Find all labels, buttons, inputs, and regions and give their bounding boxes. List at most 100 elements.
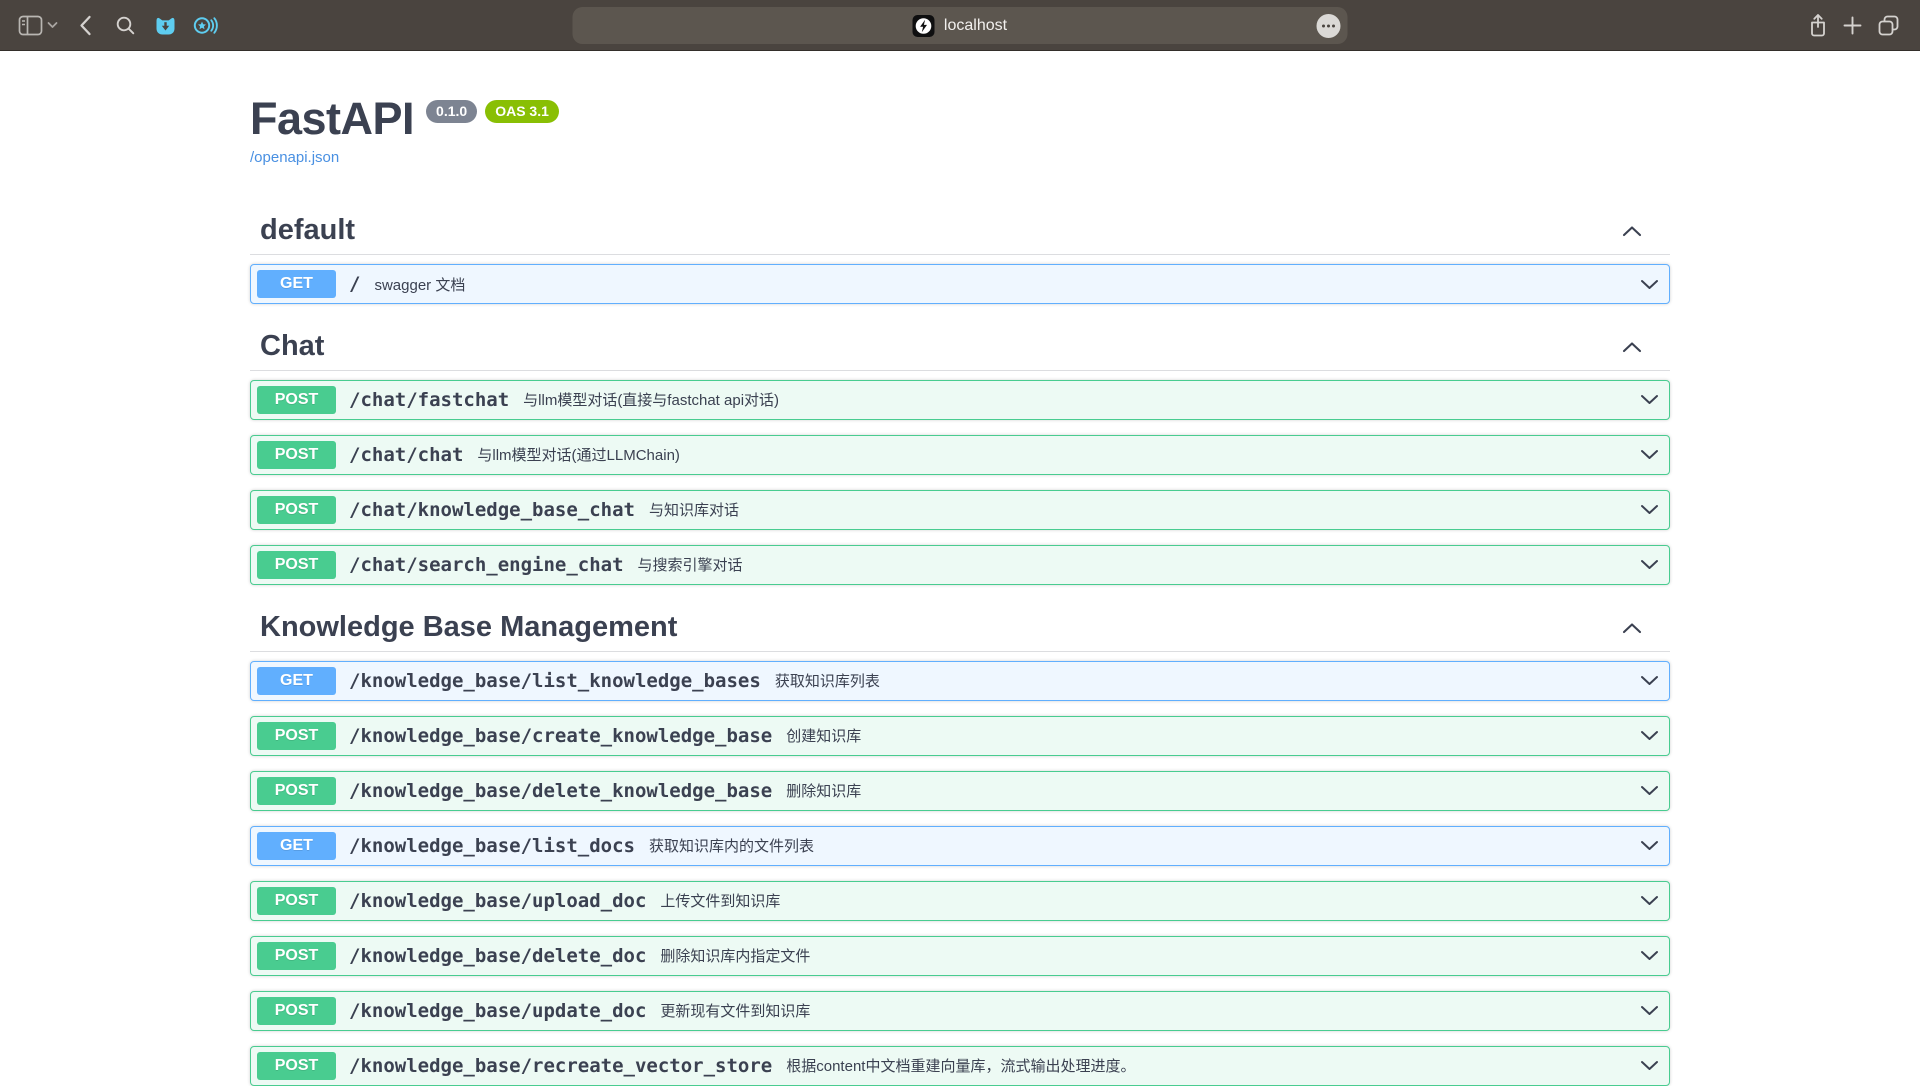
method-badge: POST [257, 496, 336, 524]
method-badge: GET [257, 667, 336, 695]
endpoint-description: 删除知识库 [786, 780, 861, 801]
api-section: Chat POST /chat/fastchat 与llm模型对话(直接与fas… [250, 325, 1670, 585]
oas-badge: OAS 3.1 [485, 100, 559, 123]
more-options-icon [1322, 24, 1336, 28]
chevron-up-icon[interactable] [1622, 622, 1642, 634]
method-badge: POST [257, 997, 336, 1025]
more-options-button[interactable] [1317, 14, 1341, 38]
method-badge: POST [257, 386, 336, 414]
openapi-spec-link[interactable]: /openapi.json [250, 149, 339, 166]
section-title: Chat [260, 331, 324, 363]
endpoint-row[interactable]: POST /chat/fastchat 与llm模型对话(直接与fastchat… [250, 380, 1670, 420]
endpoint-path: / [349, 273, 360, 295]
endpoint-path: /chat/knowledge_base_chat [349, 499, 635, 521]
endpoint-row[interactable]: GET /knowledge_base/list_docs 获取知识库内的文件列… [250, 826, 1670, 866]
endpoint-description: 根据content中文档重建向量库，流式输出处理进度。 [786, 1055, 1135, 1076]
endpoint-row[interactable]: POST /knowledge_base/delete_doc 删除知识库内指定… [250, 936, 1670, 976]
endpoint-path: /knowledge_base/upload_doc [349, 890, 646, 912]
section-header[interactable]: Knowledge Base Management [250, 606, 1670, 652]
chevron-down-icon[interactable] [1640, 1060, 1659, 1071]
chevron-down-icon[interactable] [1640, 785, 1659, 796]
chevron-down-icon[interactable] [1640, 279, 1659, 290]
endpoint-path: /knowledge_base/create_knowledge_base [349, 725, 772, 747]
endpoint-path: /knowledge_base/update_doc [349, 1000, 646, 1022]
endpoint-row[interactable]: GET / swagger 文档 [250, 264, 1670, 304]
method-badge: POST [257, 777, 336, 805]
endpoint-path: /chat/chat [349, 444, 463, 466]
api-sections: default GET / swagger 文档 Chat POST /chat… [250, 209, 1670, 1086]
chevron-down-icon[interactable] [1640, 730, 1659, 741]
endpoint-row[interactable]: POST /knowledge_base/create_knowledge_ba… [250, 716, 1670, 756]
back-button[interactable] [79, 15, 92, 36]
extension-shield-button[interactable] [155, 15, 176, 35]
chevron-up-icon[interactable] [1622, 341, 1642, 353]
method-badge: POST [257, 942, 336, 970]
endpoint-description: 创建知识库 [786, 725, 861, 746]
section-rows: GET / swagger 文档 [250, 264, 1670, 304]
endpoint-row[interactable]: POST /knowledge_base/update_doc 更新现有文件到知… [250, 991, 1670, 1031]
endpoint-row[interactable]: POST /chat/knowledge_base_chat 与知识库对话 [250, 490, 1670, 530]
endpoint-row[interactable]: GET /knowledge_base/list_knowledge_bases… [250, 661, 1670, 701]
endpoint-row[interactable]: POST /knowledge_base/upload_doc 上传文件到知识库 [250, 881, 1670, 921]
endpoint-description: 获取知识库内的文件列表 [649, 835, 814, 856]
address-bar[interactable]: localhost [573, 7, 1348, 44]
shield-extension-icon [155, 15, 176, 35]
version-badge: 0.1.0 [426, 100, 477, 123]
chevron-down-icon[interactable] [1640, 559, 1659, 570]
endpoint-description: 与知识库对话 [649, 499, 739, 520]
extension-live-button[interactable] [193, 15, 218, 36]
new-tab-icon [1843, 16, 1862, 35]
chevron-down-icon[interactable] [1640, 840, 1659, 851]
endpoint-description: 与搜索引擎对话 [638, 554, 743, 575]
swagger-page: FastAPI 0.1.0 OAS 3.1 /openapi.json defa… [250, 93, 1670, 1086]
endpoint-row[interactable]: POST /knowledge_base/delete_knowledge_ba… [250, 771, 1670, 811]
chevron-down-icon[interactable] [1640, 394, 1659, 405]
section-title: default [260, 215, 355, 247]
search-icon [116, 16, 135, 35]
back-icon [79, 15, 92, 36]
site-favicon [913, 15, 935, 37]
endpoint-path: /knowledge_base/delete_knowledge_base [349, 780, 772, 802]
chevron-up-icon[interactable] [1622, 225, 1642, 237]
endpoint-description: 上传文件到知识库 [660, 890, 780, 911]
endpoint-description: 更新现有文件到知识库 [660, 1000, 810, 1021]
method-badge: POST [257, 887, 336, 915]
toolbar-left-group [18, 15, 218, 36]
share-button[interactable] [1808, 13, 1828, 38]
section-rows: GET /knowledge_base/list_knowledge_bases… [250, 661, 1670, 1086]
endpoint-row[interactable]: POST /chat/search_engine_chat 与搜索引擎对话 [250, 545, 1670, 585]
endpoint-description: 获取知识库列表 [775, 670, 880, 691]
tabs-overview-icon [1877, 14, 1900, 37]
new-tab-button[interactable] [1843, 16, 1862, 35]
page-title: FastAPI [250, 93, 414, 145]
search-button[interactable] [116, 16, 135, 35]
chevron-down-icon[interactable] [1640, 950, 1659, 961]
endpoint-path: /knowledge_base/delete_doc [349, 945, 646, 967]
chevron-down-icon[interactable] [1640, 449, 1659, 460]
method-badge: POST [257, 551, 336, 579]
endpoint-row[interactable]: POST /chat/chat 与llm模型对话(通过LLMChain) [250, 435, 1670, 475]
chevron-down-icon[interactable] [1640, 1005, 1659, 1016]
browser-toolbar: localhost [0, 0, 1920, 51]
method-badge: POST [257, 722, 336, 750]
method-badge: POST [257, 441, 336, 469]
sidebar-menu-button[interactable] [47, 21, 58, 29]
chevron-down-icon[interactable] [1640, 895, 1659, 906]
endpoint-path: /knowledge_base/list_docs [349, 835, 635, 857]
method-badge: GET [257, 832, 336, 860]
chevron-down-icon[interactable] [1640, 675, 1659, 686]
chevron-down-icon[interactable] [1640, 504, 1659, 515]
method-badge: POST [257, 1052, 336, 1080]
endpoint-path: /chat/search_engine_chat [349, 554, 624, 576]
endpoint-description: swagger 文档 [374, 274, 465, 295]
endpoint-description: 与llm模型对话(通过LLMChain) [477, 444, 680, 465]
share-icon [1808, 13, 1828, 38]
section-title: Knowledge Base Management [260, 612, 677, 644]
section-header[interactable]: Chat [250, 325, 1670, 371]
tabs-overview-button[interactable] [1877, 14, 1900, 37]
sidebar-toggle-button[interactable] [18, 15, 43, 36]
section-header[interactable]: default [250, 209, 1670, 255]
sidebar-icon [18, 15, 43, 36]
method-badge: GET [257, 270, 336, 298]
endpoint-path: /chat/fastchat [349, 389, 509, 411]
